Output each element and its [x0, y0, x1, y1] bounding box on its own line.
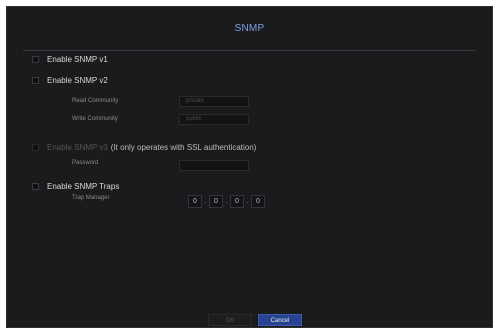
enable-snmp-v2-label: Enable SNMP v2: [47, 75, 108, 85]
trap-manager-label: Trap Manager: [72, 195, 110, 201]
enable-snmp-traps-checkbox[interactable]: [32, 182, 39, 190]
cancel-button[interactable]: Cancel: [258, 314, 302, 326]
ip-separator: .: [246, 198, 249, 205]
trap-manager-octet-3[interactable]: 0: [230, 195, 244, 208]
enable-snmp-v1-label: Enable SNMP v1: [47, 54, 108, 64]
enable-snmp-v3-option: Enable SNMP v3 (It only operates with SS…: [32, 141, 256, 153]
enable-snmp-v2-option[interactable]: Enable SNMP v2: [32, 74, 108, 86]
read-community-label: Read Community: [72, 98, 119, 104]
enable-snmp-traps-option[interactable]: Enable SNMP Traps: [32, 180, 119, 192]
trap-manager-octet-4[interactable]: 0: [251, 195, 265, 208]
ok-button[interactable]: OK: [208, 314, 252, 326]
read-community-input[interactable]: private: [179, 96, 249, 107]
enable-snmp-v1-option[interactable]: Enable SNMP v1: [32, 53, 108, 65]
enable-snmp-v3-checkbox: [32, 143, 39, 151]
enable-snmp-v3-label: Enable SNMP v3: [47, 142, 108, 152]
enable-snmp-traps-label: Enable SNMP Traps: [47, 181, 120, 191]
password-label: Password: [72, 160, 99, 166]
ip-separator: .: [204, 198, 207, 205]
enable-snmp-v1-checkbox[interactable]: [32, 55, 39, 63]
snmp-v3-ssl-note: (It only operates with SSL authenticatio…: [110, 142, 257, 152]
password-input: [179, 160, 249, 171]
trap-manager-ip-field: 0 . 0 . 0 . 0: [188, 195, 265, 208]
trap-manager-octet-2[interactable]: 0: [209, 195, 223, 208]
write-community-input[interactable]: public: [179, 114, 249, 125]
ip-separator: .: [225, 198, 228, 205]
dialog-title: SNMP: [234, 23, 265, 34]
enable-snmp-v2-checkbox[interactable]: [32, 76, 39, 84]
trap-manager-octet-1[interactable]: 0: [188, 195, 202, 208]
write-community-label: Write Community: [72, 116, 118, 122]
title-divider: [23, 50, 476, 51]
